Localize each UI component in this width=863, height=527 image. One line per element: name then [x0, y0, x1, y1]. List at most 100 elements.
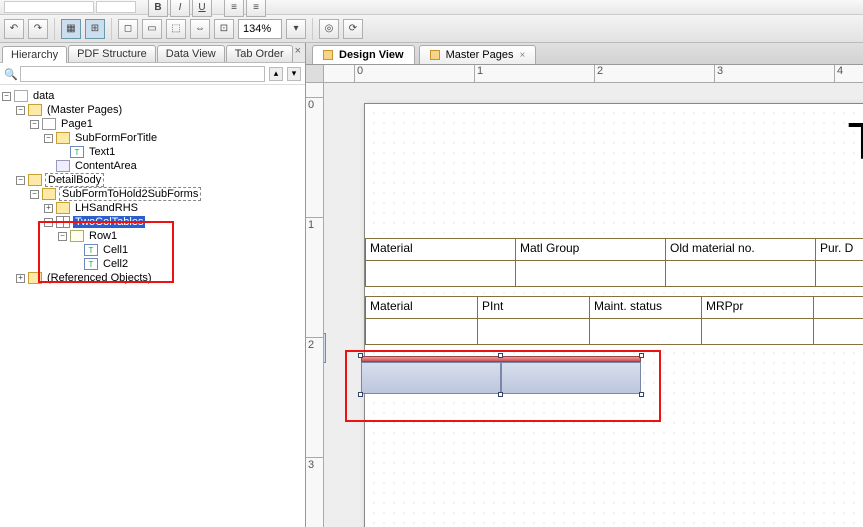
tab-master-pages[interactable]: Master Pages ×: [419, 45, 537, 64]
expand-icon[interactable]: −: [16, 106, 25, 115]
form-page[interactable]: Tables Ad Material Matl Group Old materi…: [364, 103, 863, 527]
table-cell[interactable]: [702, 319, 814, 345]
hierarchy-search-input[interactable]: [20, 66, 265, 82]
table-header-cell[interactable]: Material: [366, 297, 478, 319]
page-title-text[interactable]: Tables Ad: [848, 112, 863, 172]
table-cell[interactable]: [816, 261, 863, 287]
font-family-combo[interactable]: [4, 1, 94, 13]
folder-icon: [28, 272, 42, 284]
tree-node-page1[interactable]: − Page1: [2, 117, 303, 131]
design-canvas[interactable]: Tables Ad Material Matl Group Old materi…: [324, 83, 863, 527]
undo-button[interactable]: ↶: [4, 19, 24, 39]
search-icon: 🔍: [4, 68, 16, 80]
table-header-cell[interactable]: Old material no.: [666, 239, 816, 261]
zoom-combo[interactable]: 134%: [238, 19, 282, 39]
font-size-combo[interactable]: [96, 1, 136, 13]
expand-icon[interactable]: −: [44, 134, 53, 143]
expand-icon[interactable]: −: [44, 218, 53, 227]
target-button[interactable]: ◎: [319, 19, 339, 39]
tree-node-cell2[interactable]: Cell2: [2, 257, 303, 271]
tree-node-subform-hold[interactable]: − SubFormToHold2SubForms: [2, 187, 303, 201]
table-2[interactable]: Material PInt Maint. status MRPpr: [365, 296, 863, 345]
design-tabs: Design View Master Pages ×: [306, 43, 863, 65]
tool-button-2[interactable]: ▭: [142, 19, 162, 39]
cell-icon: [84, 244, 98, 256]
table-cell[interactable]: [478, 319, 590, 345]
tab-hierarchy[interactable]: Hierarchy: [2, 46, 67, 63]
left-panel-tabs: Hierarchy PDF Structure Data View Tab Or…: [0, 43, 305, 63]
design-area: Design View Master Pages × 0 1 2 3 4 0 1: [306, 43, 863, 527]
expand-icon[interactable]: −: [30, 120, 39, 129]
table-icon: [56, 216, 70, 228]
snap-toggle-button[interactable]: ⊞: [85, 19, 105, 39]
row-icon: [70, 230, 84, 242]
underline-button[interactable]: U: [192, 0, 212, 17]
tool-button-3[interactable]: ⬚: [166, 19, 186, 39]
panel-close-icon[interactable]: ×: [295, 45, 301, 57]
tree-node-data[interactable]: − data: [2, 89, 303, 103]
tree-node-lhs-rhs[interactable]: + LHSandRHS: [2, 201, 303, 215]
table-row[interactable]: [366, 319, 863, 345]
expand-icon[interactable]: −: [16, 176, 25, 185]
expand-icon[interactable]: +: [44, 204, 53, 213]
search-prev-button[interactable]: ▴: [269, 67, 283, 81]
table-1[interactable]: Material Matl Group Old material no. Pur…: [365, 238, 863, 287]
grid-toggle-button[interactable]: ▦: [61, 19, 81, 39]
italic-button[interactable]: I: [170, 0, 190, 17]
fit-page-button[interactable]: ⊡: [214, 19, 234, 39]
ruler-corner: [306, 65, 324, 83]
subform-icon: [56, 202, 70, 214]
table-header-cell[interactable]: MRPpr: [702, 297, 814, 319]
expand-icon[interactable]: −: [30, 190, 39, 199]
master-pages-icon: [430, 50, 440, 60]
zoom-dropdown[interactable]: ▾: [286, 19, 306, 39]
tab-pdf-structure[interactable]: PDF Structure: [68, 45, 156, 62]
align-center-button[interactable]: ≡: [246, 0, 266, 17]
tree-node-text1[interactable]: Text1: [2, 145, 303, 159]
tab-design-view[interactable]: Design View: [312, 45, 415, 64]
table-row[interactable]: Material Matl Group Old material no. Pur…: [366, 239, 863, 261]
table-header-cell[interactable]: Maint. status: [590, 297, 702, 319]
table-header-cell[interactable]: Pur. D: [816, 239, 863, 261]
text-icon: [70, 146, 84, 158]
table-header-cell[interactable]: [814, 297, 863, 319]
tree-node-referenced[interactable]: + (Referenced Objects): [2, 271, 303, 285]
table-cell[interactable]: [666, 261, 816, 287]
search-next-button[interactable]: ▾: [287, 67, 301, 81]
table-row[interactable]: Material PInt Maint. status MRPpr: [366, 297, 863, 319]
table-cell[interactable]: [366, 261, 516, 287]
hierarchy-tree: − data − (Master Pages) − Page1 − SubFor…: [0, 85, 305, 527]
tree-node-cell1[interactable]: Cell1: [2, 243, 303, 257]
table-header-cell[interactable]: Matl Group: [516, 239, 666, 261]
fit-width-button[interactable]: ⇔: [190, 19, 210, 39]
table-cell[interactable]: [590, 319, 702, 345]
tree-node-subform-title[interactable]: − SubFormForTitle: [2, 131, 303, 145]
tree-node-content-area[interactable]: ContentArea: [2, 159, 303, 173]
page-icon: [42, 118, 56, 130]
design-view-icon: [323, 50, 333, 60]
tab-data-view[interactable]: Data View: [157, 45, 225, 62]
table-cell[interactable]: [516, 261, 666, 287]
tree-node-two-col-tables[interactable]: − TwoColTables: [2, 215, 303, 229]
table-header-cell[interactable]: Material: [366, 239, 516, 261]
cell-icon: [84, 258, 98, 270]
zoom-value: 134%: [243, 23, 271, 35]
redo-button[interactable]: ↷: [28, 19, 48, 39]
expand-icon[interactable]: +: [16, 274, 25, 283]
expand-icon[interactable]: −: [2, 92, 11, 101]
refresh-button[interactable]: ⟳: [343, 19, 363, 39]
bold-button[interactable]: B: [148, 0, 168, 17]
table-row[interactable]: [366, 261, 863, 287]
splitter-handle[interactable]: [324, 333, 326, 363]
close-icon[interactable]: ×: [519, 50, 525, 61]
tool-button-1[interactable]: ◻: [118, 19, 138, 39]
align-left-button[interactable]: ≡: [224, 0, 244, 17]
table-cell[interactable]: [366, 319, 478, 345]
tab-tab-order[interactable]: Tab Order: [226, 45, 293, 62]
table-header-cell[interactable]: PInt: [478, 297, 590, 319]
tree-node-detail-body[interactable]: − DetailBody: [2, 173, 303, 187]
tree-node-master-pages[interactable]: − (Master Pages): [2, 103, 303, 117]
expand-icon[interactable]: −: [58, 232, 67, 241]
table-cell[interactable]: [814, 319, 863, 345]
tree-node-row1[interactable]: − Row1: [2, 229, 303, 243]
